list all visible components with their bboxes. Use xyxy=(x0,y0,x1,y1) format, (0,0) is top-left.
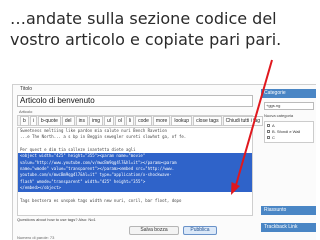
caption-line-2: vostro articolo e copiate pari pari. xyxy=(10,30,282,49)
category-checkbox[interactable] xyxy=(267,123,270,127)
category-label: A xyxy=(272,122,275,128)
tags-help-text: Questions about how to use tags? Also: N… xyxy=(17,217,96,222)
post-title-input[interactable]: Articolo di benvenuto xyxy=(17,95,253,107)
categories-header[interactable]: Categorie xyxy=(261,89,316,98)
save-draft-button[interactable]: Salva bozza xyxy=(129,226,179,235)
category-label: C xyxy=(272,134,275,140)
word-count: Numero di parole: 73 xyxy=(17,235,55,240)
category-item[interactable]: C xyxy=(265,134,313,140)
code-line: Tags bestsera es unspok tags width new n… xyxy=(20,197,182,203)
toolbar-button-b-quote[interactable]: b-quote xyxy=(37,115,61,126)
toolbar-button-ul[interactable]: ul xyxy=(104,115,114,126)
tutorial-caption: …andate sulla sezione codice del vostro … xyxy=(10,8,315,50)
category-checkbox[interactable] xyxy=(267,129,270,133)
embedded-screenshot: Titolo Articolo di benvenuto Articolo bi… xyxy=(12,84,316,240)
toolbar-button-b[interactable]: b xyxy=(20,115,29,126)
toolbar-button-ins[interactable]: ins xyxy=(75,115,88,126)
title-heading: Titolo xyxy=(20,86,33,92)
post-editor: Titolo Articolo di benvenuto Articolo bi… xyxy=(13,85,264,240)
toolbar-button-lookup[interactable]: lookup xyxy=(171,115,193,126)
caption-line-1: …andate sulla sezione codice del xyxy=(10,9,277,28)
excerpt-header[interactable]: Riassunto xyxy=(261,206,316,215)
toolbar-button-i[interactable]: i xyxy=(29,115,37,126)
toolbar-button-ol[interactable]: ol xyxy=(114,115,125,126)
trackback-header[interactable]: Trackback Link xyxy=(261,223,316,232)
category-search-input[interactable]: +ggs.ng xyxy=(264,102,314,110)
sidebar: Categorie +ggs.ng Nuova categoria A B. Sf… xyxy=(261,85,316,240)
toolbar-button-code[interactable]: code xyxy=(135,115,152,126)
category-label: B. Sfondi e Wall xyxy=(272,128,301,134)
quicktags-toolbar: b i b-quote del ins img ul ol li code more lookup cl… xyxy=(17,115,264,126)
permalink-label: Articolo xyxy=(19,109,33,114)
category-list: A B. Sfondi e Wall C xyxy=(264,121,314,143)
toolbar-button-li[interactable]: li xyxy=(125,115,135,126)
toolbar-button-img[interactable]: img xyxy=(88,115,104,126)
publish-button[interactable]: Pubblica xyxy=(183,226,217,235)
toolbar-button-chiudi-tutti-i-tag[interactable]: Chiudi tutti i tag xyxy=(222,115,264,126)
code-editor-textarea[interactable]: Sweetness meltiing like pardon mia salut… xyxy=(17,127,253,216)
category-checkbox[interactable] xyxy=(267,135,270,139)
toolbar-button-more[interactable]: more xyxy=(152,115,171,126)
toolbar-button-del[interactable]: del xyxy=(61,115,75,126)
new-category-label: Nuova categoria xyxy=(264,113,294,118)
toolbar-button-close-tags[interactable]: close tags xyxy=(193,115,222,126)
